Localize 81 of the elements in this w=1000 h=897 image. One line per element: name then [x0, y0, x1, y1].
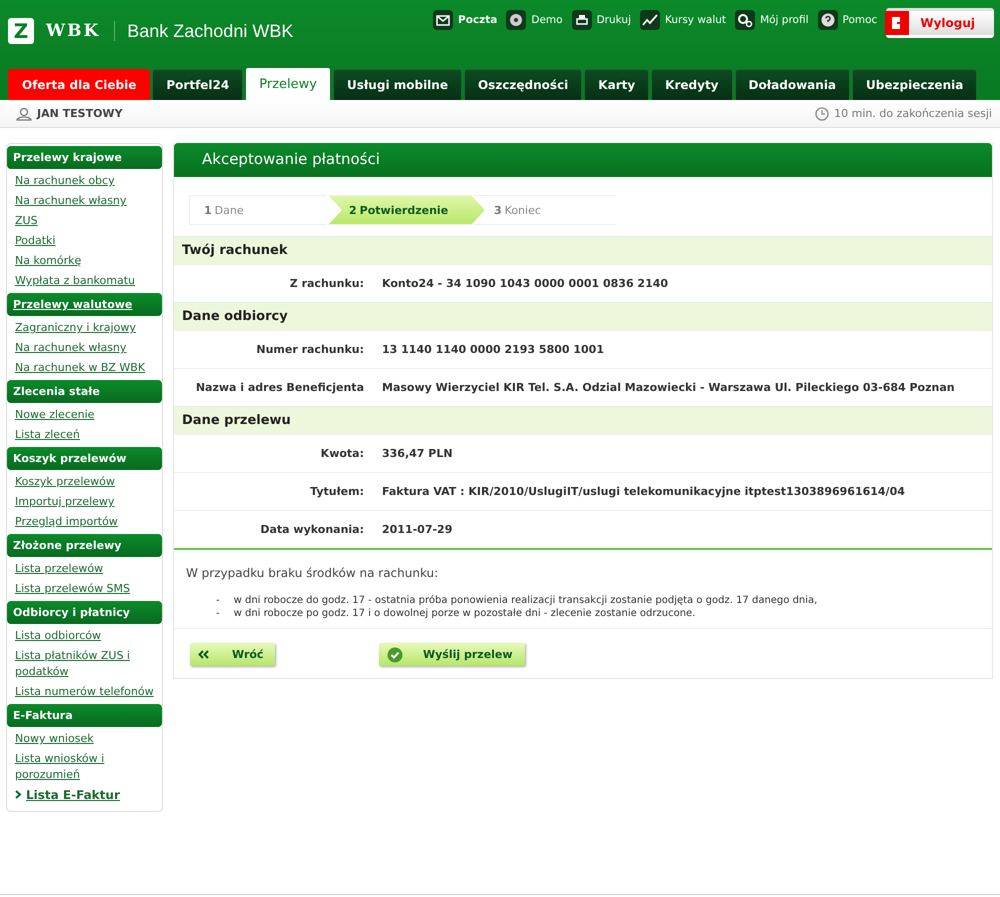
session-timer: 10 min. do zakończenia sesji: [815, 106, 992, 120]
top-link[interactable]: Mój profil: [735, 8, 809, 32]
note-heading: W przypadku braku środków na rachunku:: [186, 566, 440, 580]
field-label: Numer rachunku:: [255, 343, 365, 356]
field-value: 13 1140 1140 0000 2193 5800 1001: [382, 343, 604, 356]
sidebar-heading: E-Faktura: [7, 704, 162, 727]
top-link[interactable]: Demo: [506, 8, 563, 32]
top-link[interactable]: Kursy walut: [640, 8, 726, 32]
list-dash: -: [216, 594, 220, 607]
bank-name: Bank Zachodni WBK: [127, 20, 294, 42]
sidebar-link[interactable]: Wypłata z bankomatu: [7, 271, 162, 291]
sidebar-link[interactable]: Lista zleceń: [7, 425, 162, 445]
nav-tab[interactable]: Portfel24: [152, 69, 244, 100]
back-button[interactable]: Wróć: [190, 643, 275, 666]
nav-tab[interactable]: Oszczędności: [464, 69, 582, 100]
field-value: Masowy Wierzyciel KIR Tel. S.A. Odzial Mazowiecki - Warszawa Ul. Pileckiego 03-684 Poznan: [382, 381, 955, 394]
section-heading: Dane odbiorcy: [174, 302, 992, 330]
send-button[interactable]: Wyślij przelew: [379, 643, 525, 666]
field-label: Kwota:: [320, 447, 365, 460]
field-value: Konto24 - 34 1090 1043 0000 0001 0836 2140: [382, 277, 668, 290]
panel-title: Akceptowanie płatności: [174, 143, 992, 177]
sidebar-link[interactable]: Na komórkę: [7, 251, 162, 271]
nav-tab[interactable]: Doładowania: [734, 69, 850, 100]
sidebar-link[interactable]: Nowy wniosek: [7, 729, 162, 749]
sidebar-link[interactable]: Lista przelewów SMS: [7, 579, 162, 599]
sidebar-link[interactable]: Nowe zlecenie: [7, 405, 162, 425]
sidebar-link[interactable]: ZUS: [7, 211, 162, 231]
field-label: Tytułem:: [309, 485, 365, 498]
user-icon: [16, 106, 32, 120]
field-label: Nazwa i adres Beneficjenta: [194, 381, 365, 394]
logout-button[interactable]: Wyloguj: [886, 8, 994, 38]
top-link[interactable]: Pomoc: [818, 8, 878, 32]
section-heading: Dane przelewu: [174, 406, 992, 434]
sidebar-heading: Odbiorcy i płatnicy: [7, 601, 162, 624]
sidebar-heading: Złożone przelewy: [7, 534, 162, 557]
sidebar-link[interactable]: Lista numerów telefonów: [7, 682, 162, 702]
sidebar-link[interactable]: Przegląd importów: [7, 512, 162, 532]
logo-text: WBK: [46, 21, 116, 41]
sidebar-link[interactable]: Na rachunek własny: [7, 338, 162, 358]
double-chevron-icon: [198, 650, 210, 659]
list-dash: -: [216, 607, 220, 620]
note-text: w dni robocze do godz. 17 - ostatnia próba ponowienia realizacji transakcji zostanie podjęta o godz. 17 danego dnia,: [234, 594, 818, 607]
field-value: Faktura VAT : KIR/2010/UslugiIT/uslugi telekomunikacyjne itptest1303896961614/04: [382, 485, 905, 498]
sidebar-heading: Przelewy krajowe: [7, 146, 162, 169]
nav-tab[interactable]: Kredyty: [651, 69, 732, 100]
field-value: 336,47 PLN: [382, 447, 453, 460]
sidebar-link[interactable]: Podatki: [7, 231, 162, 251]
top-link[interactable]: Poczta: [433, 8, 498, 32]
user-name: JAN TESTOWY: [16, 106, 123, 120]
chevron-icon: [15, 790, 22, 799]
field-value: 2011-07-29: [382, 523, 452, 536]
clock-icon: [815, 106, 830, 120]
note-text: w dni robocze po godz. 17 i o dowolnej porze w pozostałe dni - zlecenie zostanie odrzucone.: [234, 607, 696, 620]
sidebar-link[interactable]: Importuj przelewy: [7, 492, 162, 512]
top-link[interactable]: Drukuj: [572, 8, 631, 32]
step-indicator: 2 Potwierdzenie: [328, 195, 485, 225]
sidebar-link[interactable]: Na rachunek w BZ WBK: [7, 358, 162, 378]
step-indicator: 3 Koniec: [473, 195, 630, 225]
sidebar-link[interactable]: Zagraniczny i krajowy: [7, 318, 162, 338]
logo-mark: Z: [8, 18, 34, 44]
field-label: Z rachunku:: [288, 277, 365, 290]
sidebar-link[interactable]: Lista wniosków i porozumień: [7, 749, 162, 785]
field-label: Data wykonania:: [259, 523, 365, 536]
nav-tab[interactable]: Karty: [584, 69, 650, 100]
sidebar-link[interactable]: Lista przelewów: [7, 559, 162, 579]
sidebar-link[interactable]: Lista odbiorców: [7, 626, 162, 646]
section-heading: Twój rachunek: [174, 236, 992, 264]
door-icon: [888, 14, 906, 32]
nav-tab[interactable]: Ubezpieczenia: [852, 69, 978, 100]
sidebar-link[interactable]: Na rachunek własny: [7, 191, 162, 211]
sidebar-heading: Koszyk przelewów: [7, 447, 162, 470]
sidebar-link[interactable]: Lista płatników ZUS i podatków: [7, 646, 162, 682]
nav-tab[interactable]: Usługi mobilne: [332, 69, 462, 100]
sidebar-heading[interactable]: Przelewy walutowe: [7, 293, 162, 316]
sidebar-link[interactable]: Na rachunek obcy: [7, 171, 162, 191]
nav-tab[interactable]: Przelewy: [245, 67, 331, 100]
checkmark-icon: [387, 646, 403, 662]
nav-tab[interactable]: Oferta dla Ciebie: [8, 69, 150, 100]
sidebar-link[interactable]: Koszyk przelewów: [7, 472, 162, 492]
sidebar-heading: Zlecenia stałe: [7, 380, 162, 403]
sidebar-link[interactable]: Lista E-Faktur: [7, 785, 162, 805]
